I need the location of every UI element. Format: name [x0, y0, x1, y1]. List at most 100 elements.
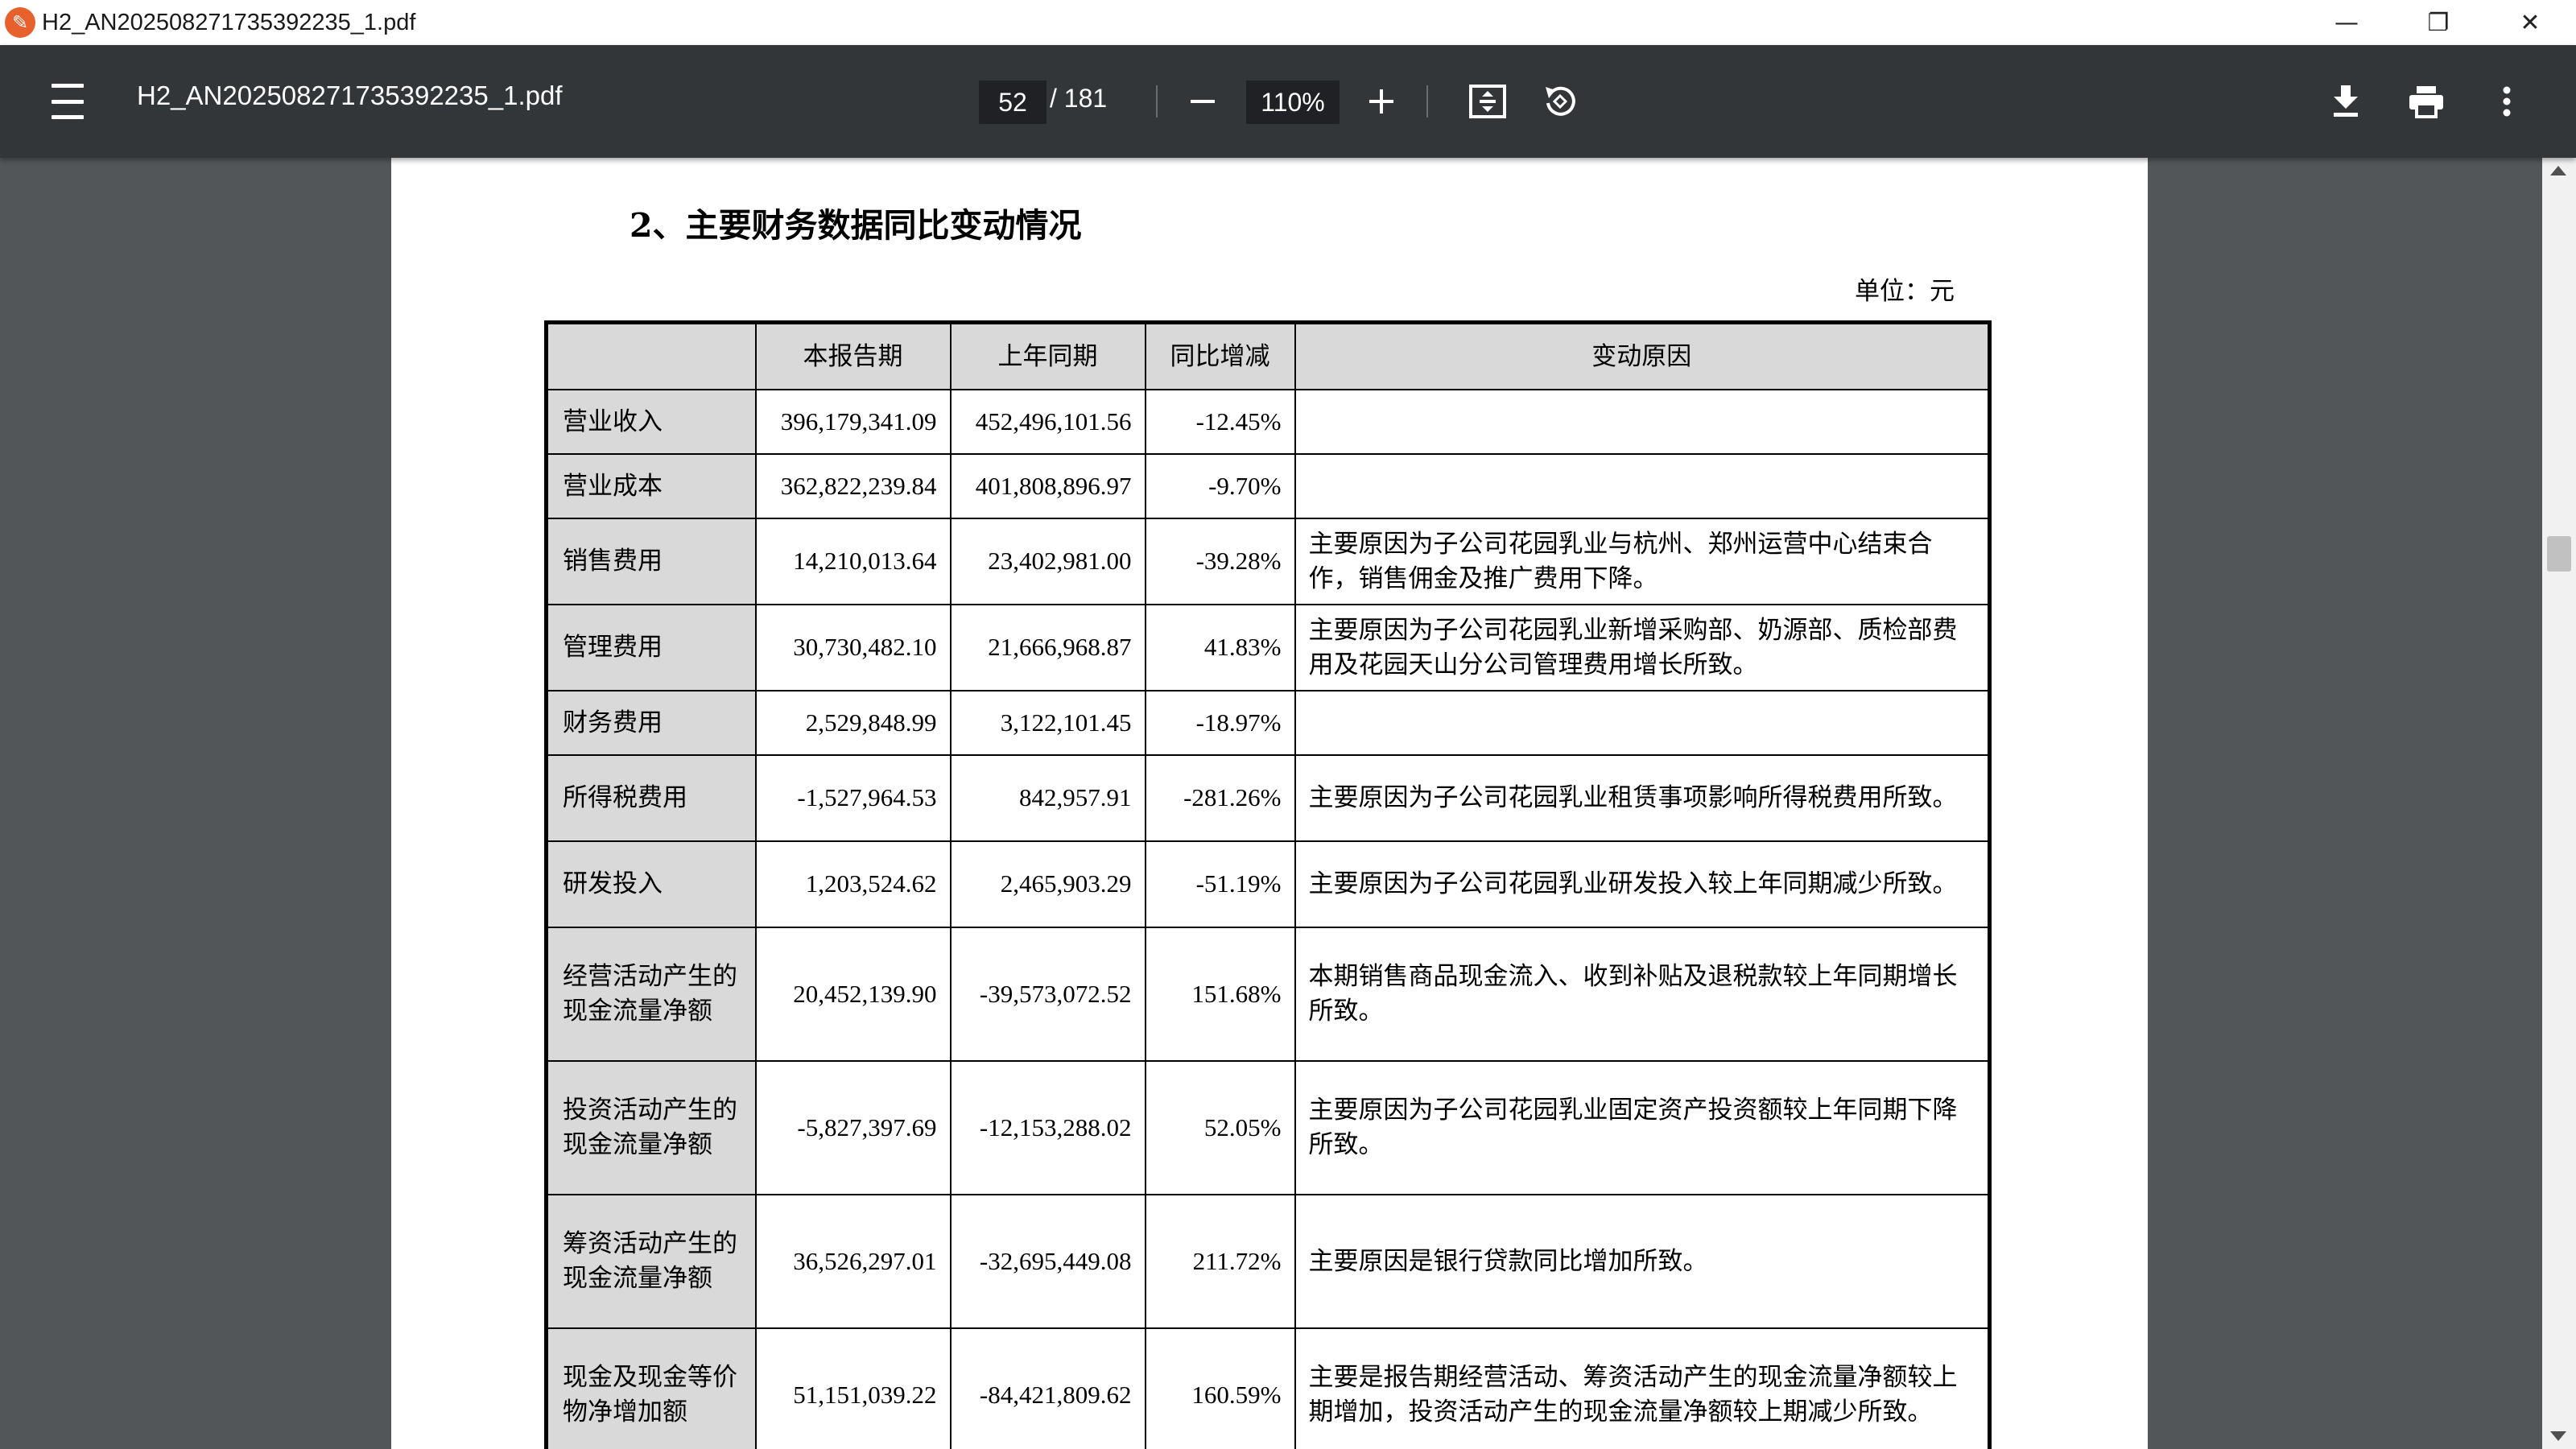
table-cell-current: 1,203,524.62	[754, 840, 952, 928]
table-row: 投资活动产生的现金流量净额 -5,827,397.69 -12,153,288.02…	[545, 1060, 1991, 1195]
financial-data-table: 本报告期 上年同期 同比增减 变动原因 营业收入 396,179,341.09 45…	[544, 320, 1992, 1449]
table-cell-reason: 主要原因为子公司花园乳业新增采购部、奶源部、质检部费用及花园天山分公司管理费用增…	[1294, 604, 1991, 691]
table-cell-current: 14,210,013.64	[754, 518, 952, 605]
table-cell-label: 研发投入	[545, 840, 757, 928]
fit-page-icon[interactable]	[1465, 79, 1510, 124]
table-cell-change: -51.19%	[1144, 840, 1296, 928]
more-vertical-icon[interactable]	[2484, 79, 2529, 124]
table-cell-change: 52.05%	[1144, 1060, 1296, 1195]
table-cell-prior: 21,666,968.87	[949, 604, 1146, 691]
table-header-cell	[545, 321, 757, 390]
table-cell-reason: 本期销售商品现金流入、收到补贴及退税款较上年同期增长所致。	[1294, 927, 1991, 1062]
page-number-input[interactable]	[979, 80, 1046, 124]
table-cell-prior: 23,402,981.00	[949, 518, 1146, 605]
document-title: H2_AN202508271735392235_1.pdf	[137, 80, 563, 110]
table-cell-prior: 842,957.91	[949, 754, 1146, 842]
table-header-cell: 本报告期	[754, 321, 952, 390]
print-icon[interactable]	[2404, 79, 2449, 124]
table-row: 销售费用 14,210,013.64 23,402,981.00 -39.28% 主要原…	[545, 518, 1991, 605]
table-cell-change: 151.68%	[1144, 927, 1296, 1062]
table-cell-change: -18.97%	[1144, 690, 1296, 756]
table-row: 经营活动产生的现金流量净额 20,452,139.90 -39,573,072.52…	[545, 927, 1991, 1062]
table-cell-current: 2,529,848.99	[754, 690, 952, 756]
table-cell-reason: 主要原因为子公司花园乳业租赁事项影响所得税费用所致。	[1294, 754, 1991, 842]
table-cell-change: 41.83%	[1144, 604, 1296, 691]
table-cell-change: 211.72%	[1144, 1194, 1296, 1329]
table-cell-label: 筹资活动产生的现金流量净额	[545, 1194, 757, 1329]
table-cell-label: 销售费用	[545, 518, 757, 605]
table-cell-current: 30,730,482.10	[754, 604, 952, 691]
window-controls: — ❐ ✕	[2301, 0, 2576, 45]
table-row: 营业收入 396,179,341.09 452,496,101.56 -12.45%	[545, 389, 1991, 455]
window-title-bar: ✎ H2_AN202508271735392235_1.pdf — ❐ ✕	[0, 0, 2576, 45]
table-cell-current: -5,827,397.69	[754, 1060, 952, 1195]
table-cell-reason: 主要是报告期经营活动、筹资活动产生的现金流量净额较上期增加，投资活动产生的现金流…	[1294, 1327, 1991, 1449]
table-cell-label: 经营活动产生的现金流量净额	[545, 927, 757, 1062]
table-cell-reason	[1294, 389, 1991, 455]
plus-icon[interactable]	[1360, 80, 1402, 122]
table-row: 筹资活动产生的现金流量净额 36,526,297.01 -32,695,449.08…	[545, 1194, 1991, 1329]
pdf-toolbar: H2_AN202508271735392235_1.pdf / 181	[0, 45, 2576, 158]
table-header-cell: 同比增减	[1144, 321, 1296, 390]
table-header-row: 本报告期 上年同期 同比增减 变动原因	[545, 321, 1991, 390]
minus-icon[interactable]	[1182, 80, 1224, 122]
table-cell-current: -1,527,964.53	[754, 754, 952, 842]
table-cell-current: 396,179,341.09	[754, 389, 952, 455]
table-cell-label: 营业成本	[545, 453, 757, 519]
toolbar-divider	[1156, 85, 1158, 118]
table-cell-prior: 3,122,101.45	[949, 690, 1146, 756]
rotate-icon[interactable]	[1538, 79, 1583, 124]
table-cell-current: 36,526,297.01	[754, 1194, 952, 1329]
close-icon[interactable]: ✕	[2484, 0, 2576, 45]
table-cell-prior: -12,153,288.02	[949, 1060, 1146, 1195]
table-cell-change: 160.59%	[1144, 1327, 1296, 1449]
minimize-icon[interactable]: —	[2301, 0, 2392, 45]
table-cell-change: -39.28%	[1144, 518, 1296, 605]
menu-icon[interactable]	[47, 84, 89, 119]
unit-label: 单位：元	[1855, 277, 1955, 306]
download-icon[interactable]	[2323, 79, 2368, 124]
table-cell-prior: 2,465,903.29	[949, 840, 1146, 928]
table-row: 管理费用 30,730,482.10 21,666,968.87 41.83% 主要原因…	[545, 604, 1991, 691]
table-row: 现金及现金等价物净增加额 51,151,039.22 -84,421,809.62 1…	[545, 1327, 1991, 1449]
table-cell-label: 投资活动产生的现金流量净额	[545, 1060, 757, 1195]
table-cell-change: -9.70%	[1144, 453, 1296, 519]
table-row: 研发投入 1,203,524.62 2,465,903.29 -51.19% 主要原因为…	[545, 840, 1991, 928]
table-cell-reason	[1294, 690, 1991, 756]
table-cell-prior: -84,421,809.62	[949, 1327, 1146, 1449]
app-logo-icon: ✎	[5, 7, 35, 38]
table-cell-label: 营业收入	[545, 389, 757, 455]
table-cell-reason: 主要原因为子公司花园乳业与杭州、郑州运营中心结束合作，销售佣金及推广费用下降。	[1294, 518, 1991, 605]
table-cell-reason: 主要原因为子公司花园乳业研发投入较上年同期减少所致。	[1294, 840, 1991, 928]
scroll-thumb[interactable]	[2547, 536, 2571, 572]
table-header-cell: 上年同期	[949, 321, 1146, 390]
toolbar-divider	[1426, 85, 1428, 118]
table-cell-reason	[1294, 453, 1991, 519]
window-title: H2_AN202508271735392235_1.pdf	[42, 9, 416, 35]
table-row: 财务费用 2,529,848.99 3,122,101.45 -18.97%	[545, 690, 1991, 756]
table-cell-label: 财务费用	[545, 690, 757, 756]
table-row: 营业成本 362,822,239.84 401,808,896.97 -9.70%	[545, 453, 1991, 519]
table-cell-prior: -39,573,072.52	[949, 927, 1146, 1062]
table-cell-reason: 主要原因是银行贷款同比增加所致。	[1294, 1194, 1991, 1329]
table-cell-prior: -32,695,449.08	[949, 1194, 1146, 1329]
table-cell-current: 362,822,239.84	[754, 453, 952, 519]
table-cell-label: 管理费用	[545, 604, 757, 691]
table-cell-change: -12.45%	[1144, 389, 1296, 455]
table-cell-label: 现金及现金等价物净增加额	[545, 1327, 757, 1449]
table-cell-prior: 401,808,896.97	[949, 453, 1146, 519]
table-cell-change: -281.26%	[1144, 754, 1296, 842]
table-cell-prior: 452,496,101.56	[949, 389, 1146, 455]
page-total: / 181	[1050, 84, 1108, 113]
table-cell-label: 所得税费用	[545, 754, 757, 842]
section-title: 2、主要财务数据同比变动情况	[630, 206, 1082, 245]
vertical-scrollbar[interactable]	[2542, 158, 2576, 1449]
restore-icon[interactable]: ❐	[2392, 0, 2484, 45]
scroll-down-icon[interactable]	[2550, 1431, 2566, 1441]
zoom-level-input[interactable]	[1246, 80, 1340, 124]
scroll-up-icon[interactable]	[2550, 166, 2566, 175]
pdf-page: 2、主要财务数据同比变动情况 单位：元 本报告期 上年同期 同比增减 变动原因 …	[391, 158, 2148, 1449]
table-cell-reason: 主要原因为子公司花园乳业固定资产投资额较上年同期下降所致。	[1294, 1060, 1991, 1195]
table-cell-current: 51,151,039.22	[754, 1327, 952, 1449]
table-row: 所得税费用 -1,527,964.53 842,957.91 -281.26% 主要原因…	[545, 754, 1991, 842]
